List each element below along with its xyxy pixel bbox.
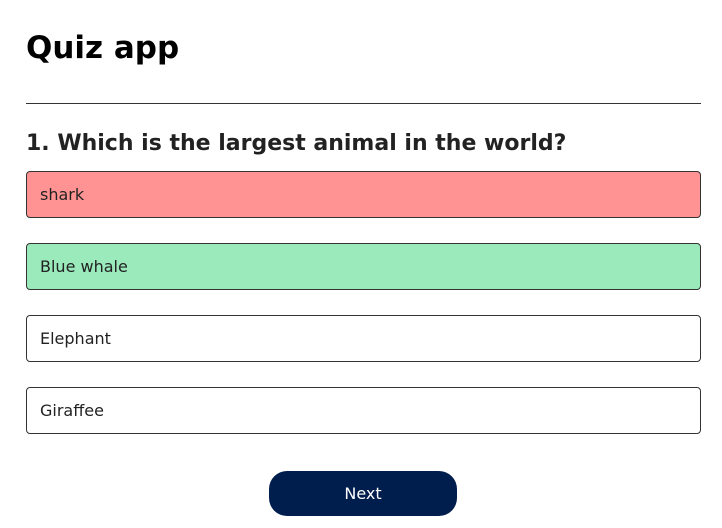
app-title: Quiz app: [26, 30, 180, 66]
quiz-app: Quiz app 1. Which is the largest animal …: [0, 0, 722, 528]
answer-button-elephant[interactable]: Elephant: [26, 315, 701, 362]
title-divider: [26, 103, 701, 104]
answer-button-shark[interactable]: shark: [26, 171, 701, 218]
next-button[interactable]: Next: [269, 471, 457, 516]
answer-button-blue-whale[interactable]: Blue whale: [26, 243, 701, 290]
question-text: 1. Which is the largest animal in the wo…: [26, 131, 567, 156]
answer-button-giraffee[interactable]: Giraffee: [26, 387, 701, 434]
